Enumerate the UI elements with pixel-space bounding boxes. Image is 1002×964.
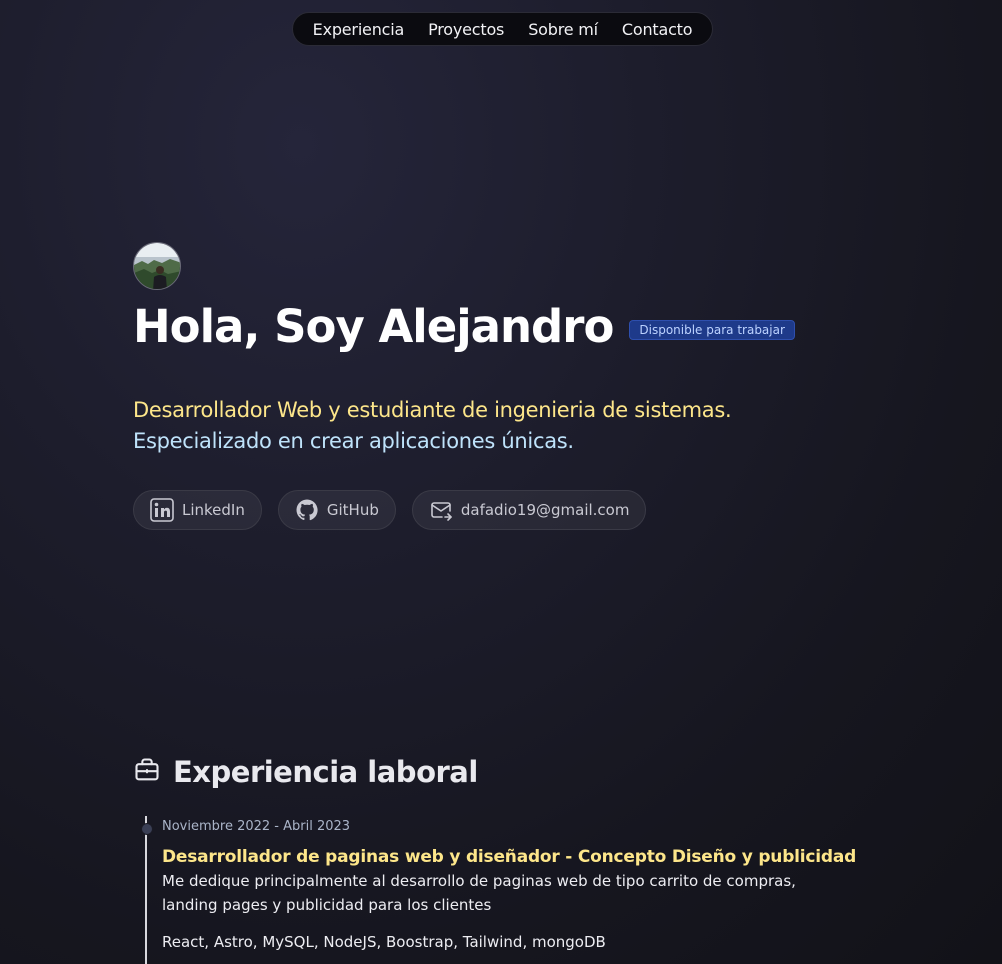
job-tech-stack: React, Astro, MySQL, NodeJS, Boostrap, T… (162, 933, 606, 951)
mail-icon (429, 498, 453, 522)
github-button[interactable]: GitHub (277, 490, 396, 530)
experience-header: Experiencia laboral (133, 755, 478, 789)
experience-title: Experiencia laboral (173, 755, 478, 789)
availability-badge: Disponible para trabajar (629, 319, 795, 340)
nav-item-proyectos[interactable]: Proyectos (428, 20, 504, 39)
linkedin-label: LinkedIn (182, 501, 245, 519)
avatar-photo (134, 243, 180, 289)
github-icon (295, 498, 319, 522)
top-nav: Experiencia Proyectos Sobre mí Contacto (292, 12, 713, 46)
github-label: GitHub (326, 501, 379, 519)
hero-description-intro: Desarrollador Web y estudiante de ingeni… (133, 398, 732, 422)
hero-description-specialty: Especializado en crear aplicaciones únic… (133, 429, 574, 453)
email-button[interactable]: dafadio19@gmail.com (411, 490, 647, 530)
briefcase-icon (133, 756, 161, 788)
job-date: Noviembre 2022 - Abril 2023 (162, 819, 351, 834)
job-title: Desarrollador de paginas web y diseñador… (162, 847, 857, 867)
linkedin-icon (150, 498, 174, 522)
hero-title-row: Hola, Soy Alejandro Disponible para trab… (133, 300, 795, 353)
hero-title: Hola, Soy Alejandro (133, 300, 614, 353)
job-item: Noviembre 2022 - Abril 2023 Desarrollado… (162, 819, 862, 951)
social-links: LinkedIn GitHub dafadio19@gmail.com (133, 490, 647, 530)
hero-description: Desarrollador Web y estudiante de ingeni… (133, 395, 773, 457)
timeline-line (145, 816, 147, 964)
timeline-dot (141, 823, 153, 835)
nav-item-experiencia[interactable]: Experiencia (313, 20, 405, 39)
nav-item-contacto[interactable]: Contacto (622, 20, 693, 39)
linkedin-button[interactable]: LinkedIn (133, 490, 262, 530)
email-label: dafadio19@gmail.com (460, 501, 630, 519)
avatar (133, 242, 181, 290)
nav-item-sobre-mi[interactable]: Sobre mí (528, 20, 598, 39)
job-description: Me dedique principalmente al desarrollo … (162, 872, 796, 914)
